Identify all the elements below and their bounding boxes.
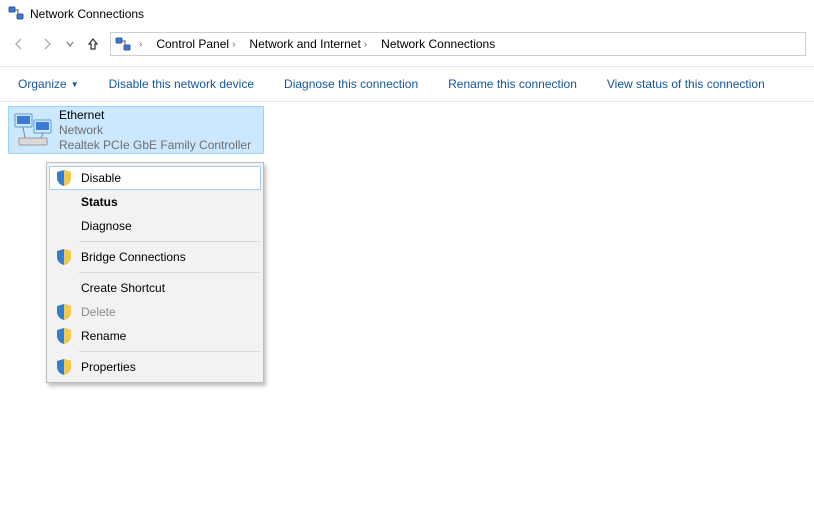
content-area: Ethernet Network Realtek PCIe GbE Family… xyxy=(0,102,814,154)
back-button[interactable] xyxy=(8,33,30,55)
view-status-button[interactable]: View status of this connection xyxy=(597,71,775,97)
ctx-disable[interactable]: Disable xyxy=(49,166,261,190)
shield-icon xyxy=(55,248,73,266)
breadcrumb-network-internet[interactable]: Network and Internet › xyxy=(243,35,373,53)
ctx-delete: Delete xyxy=(49,300,261,324)
disable-device-button[interactable]: Disable this network device xyxy=(99,71,264,97)
ctx-label: Bridge Connections xyxy=(81,250,186,264)
menu-separator xyxy=(79,272,259,273)
breadcrumb-label: Control Panel xyxy=(156,37,229,51)
menu-separator xyxy=(79,241,259,242)
empty-icon-slot xyxy=(55,193,73,211)
ctx-diagnose[interactable]: Diagnose xyxy=(49,214,261,238)
chevron-down-icon: ▼ xyxy=(71,80,79,89)
ctx-label: Status xyxy=(81,195,118,209)
shield-icon xyxy=(55,169,73,187)
chevron-right-icon: › xyxy=(232,39,235,50)
ctx-label: Diagnose xyxy=(81,219,132,233)
ctx-bridge[interactable]: Bridge Connections xyxy=(49,245,261,269)
forward-button[interactable] xyxy=(36,33,58,55)
adapter-status: Network xyxy=(59,123,251,138)
ctx-status[interactable]: Status xyxy=(49,190,261,214)
toolbar-label: Diagnose this connection xyxy=(284,77,418,91)
menu-separator xyxy=(79,351,259,352)
adapter-ethernet[interactable]: Ethernet Network Realtek PCIe GbE Family… xyxy=(8,106,264,154)
organize-menu[interactable]: Organize ▼ xyxy=(8,71,89,97)
rename-connection-button[interactable]: Rename this connection xyxy=(438,71,587,97)
window-title: Network Connections xyxy=(30,7,144,21)
toolbar: Organize ▼ Disable this network device D… xyxy=(0,67,814,101)
empty-icon-slot xyxy=(55,279,73,297)
ctx-label: Rename xyxy=(81,329,126,343)
toolbar-label: Organize xyxy=(18,77,67,91)
recent-locations-button[interactable] xyxy=(64,39,76,49)
toolbar-label: Disable this network device xyxy=(109,77,254,91)
ctx-rename[interactable]: Rename xyxy=(49,324,261,348)
address-bar[interactable]: › Control Panel › Network and Internet ›… xyxy=(110,32,806,56)
breadcrumb-label: Network and Internet xyxy=(249,37,360,51)
adapter-text: Ethernet Network Realtek PCIe GbE Family… xyxy=(59,108,251,153)
toolbar-label: View status of this connection xyxy=(607,77,765,91)
title-bar: Network Connections xyxy=(0,0,814,28)
ctx-create-shortcut[interactable]: Create Shortcut xyxy=(49,276,261,300)
toolbar-label: Rename this connection xyxy=(448,77,577,91)
nav-row: › Control Panel › Network and Internet ›… xyxy=(0,28,814,60)
ctx-label: Create Shortcut xyxy=(81,281,165,295)
shield-icon xyxy=(55,303,73,321)
up-button[interactable] xyxy=(82,33,104,55)
diagnose-connection-button[interactable]: Diagnose this connection xyxy=(274,71,428,97)
breadcrumb-root-chevron[interactable]: › xyxy=(133,37,148,52)
breadcrumb-network-connections[interactable]: Network Connections xyxy=(375,35,501,53)
breadcrumb-control-panel[interactable]: Control Panel › xyxy=(150,35,241,53)
shield-icon xyxy=(55,358,73,376)
ctx-properties[interactable]: Properties xyxy=(49,355,261,379)
network-connections-icon xyxy=(8,5,24,24)
ctx-label: Delete xyxy=(81,305,116,319)
shield-icon xyxy=(55,327,73,345)
ctx-label: Disable xyxy=(81,171,121,185)
network-adapter-icon xyxy=(13,110,53,150)
toolbar-wrap: Organize ▼ Disable this network device D… xyxy=(0,66,814,102)
context-menu: Disable Status Diagnose Bridge Connectio… xyxy=(46,162,264,383)
adapter-device: Realtek PCIe GbE Family Controller xyxy=(59,138,251,153)
adapter-name: Ethernet xyxy=(59,108,251,123)
ctx-label: Properties xyxy=(81,360,136,374)
breadcrumb-label: Network Connections xyxy=(381,37,495,51)
network-connections-icon xyxy=(115,36,131,52)
chevron-right-icon: › xyxy=(364,39,367,50)
empty-icon-slot xyxy=(55,217,73,235)
